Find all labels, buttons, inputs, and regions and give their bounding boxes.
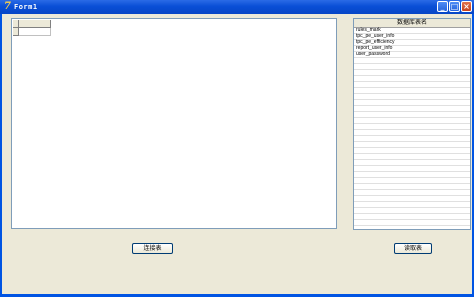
main-window: 7 Form1 _ □ × 数据库表名 rules_mark tpc_pe_use… [0, 0, 474, 297]
form-client-area: 数据库表名 rules_mark tpc_pe_user_info tpc_pe_e… [2, 14, 472, 294]
list-item[interactable] [354, 220, 470, 226]
delphi-icon[interactable]: 7 [2, 1, 13, 12]
grid-cell[interactable] [19, 28, 51, 36]
window-title: Form1 [14, 3, 38, 11]
read-table-button[interactable]: 读取表 [394, 243, 432, 254]
data-grid[interactable] [11, 18, 337, 229]
list-rows: rules_mark tpc_pe_user_info tpc_pe_efficie… [354, 28, 470, 226]
close-button[interactable]: × [461, 1, 472, 12]
grid-column-divider [18, 20, 19, 28]
maximize-button[interactable]: □ [449, 1, 460, 12]
minimize-button[interactable]: _ [437, 1, 448, 12]
table-name-list[interactable]: 数据库表名 rules_mark tpc_pe_user_info tpc_pe_e… [353, 18, 471, 230]
title-bar[interactable]: 7 Form1 _ □ × [0, 0, 474, 14]
connect-table-button[interactable]: 连接表 [132, 243, 173, 254]
